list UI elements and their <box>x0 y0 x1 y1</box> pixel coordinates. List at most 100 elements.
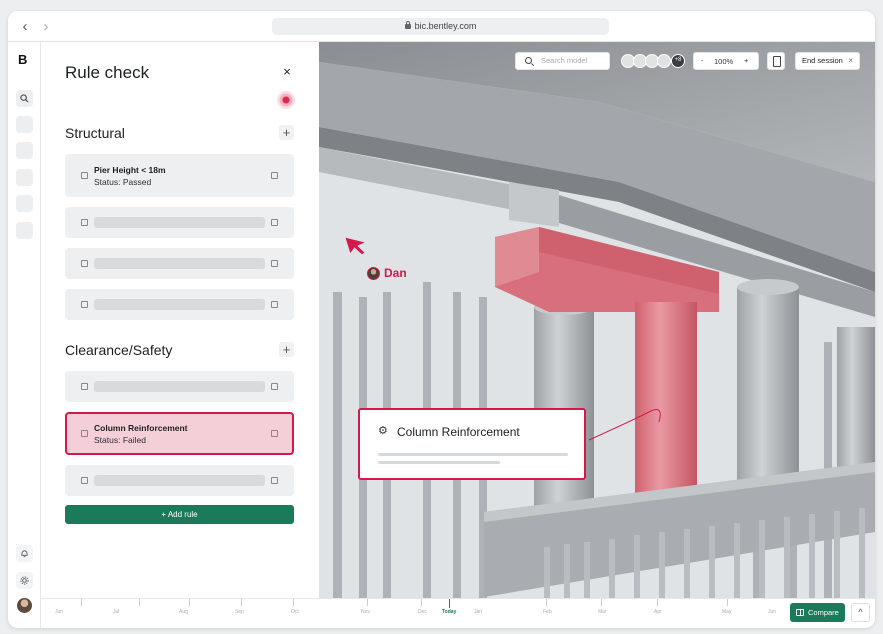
rule-toggle[interactable] <box>271 430 278 437</box>
timeline-tick <box>241 599 242 606</box>
rule-toggle[interactable] <box>271 219 278 226</box>
rail-item-1[interactable] <box>16 116 33 133</box>
timeline-tick <box>546 599 547 606</box>
cursor-user-label: Dan <box>384 266 407 280</box>
timeline-tick <box>601 599 602 606</box>
document-icon[interactable] <box>767 52 785 70</box>
panel-title: Rule check <box>65 63 150 82</box>
rail-item-4[interactable] <box>16 195 33 212</box>
rule-placeholder-bar <box>94 475 265 486</box>
rule-item-placeholder[interactable] <box>65 248 294 279</box>
rule-toggle[interactable] <box>271 301 278 308</box>
timeline-label: Aug <box>179 609 188 615</box>
rule-item-placeholder[interactable] <box>65 289 294 320</box>
rule-checkbox[interactable] <box>81 383 88 390</box>
left-rail: B <box>8 42 41 628</box>
timeline-tick <box>293 599 294 606</box>
rule-check-panel: Rule check × Structural + Pier Height < … <box>41 42 319 598</box>
rail-item-2[interactable] <box>16 142 33 159</box>
rule-name: Pier Height < 18m <box>94 165 166 175</box>
url-text: bic.bentley.com <box>414 21 477 31</box>
add-clearance-rule-button[interactable]: + <box>279 342 294 357</box>
back-button[interactable]: ‹ <box>17 19 33 35</box>
rule-placeholder-bar <box>94 258 265 269</box>
rail-item-5[interactable] <box>16 222 33 239</box>
click-indicator <box>277 91 295 109</box>
lock-icon <box>404 21 411 29</box>
compare-label: Compare <box>808 608 839 617</box>
rule-item-pier-height[interactable]: Pier Height < 18m Status: Passed <box>65 154 294 197</box>
timeline-bar[interactable]: Jun Jul Aug Sep Oct Nov Dec Today Jan Fe… <box>41 598 875 628</box>
compare-icon <box>796 609 804 616</box>
gear-icon: ⚙ <box>378 425 388 437</box>
rule-status: Status: Passed <box>94 177 152 187</box>
add-rule-button[interactable]: + Add rule <box>65 505 294 524</box>
timeline-tick <box>657 599 658 606</box>
search-icon[interactable] <box>16 90 33 107</box>
bell-icon[interactable] <box>16 545 33 562</box>
rule-placeholder-bar <box>94 381 265 392</box>
address-bar[interactable]: bic.bentley.com <box>272 18 609 35</box>
rule-checkbox[interactable] <box>81 260 88 267</box>
user-avatar[interactable] <box>17 598 32 613</box>
timeline-label: Apr <box>654 609 662 615</box>
timeline-label: Jan <box>474 609 483 615</box>
avatar[interactable] <box>657 54 671 68</box>
timeline-label: Oct <box>291 609 299 615</box>
chevron-up-icon[interactable]: ^ <box>851 603 870 622</box>
rule-checkbox[interactable] <box>81 430 88 437</box>
zoom-in-button[interactable]: + <box>744 56 748 65</box>
close-panel-button[interactable]: × <box>281 65 293 78</box>
timeline-today-marker <box>449 599 450 608</box>
timeline-tick <box>421 599 422 606</box>
app-logo[interactable]: B <box>18 52 27 67</box>
timeline-tick <box>727 599 728 606</box>
rule-checkbox[interactable] <box>81 301 88 308</box>
timeline-label-today: Today <box>442 609 457 615</box>
search-model-input[interactable]: Search model <box>515 52 610 70</box>
rule-item-placeholder[interactable] <box>65 371 294 402</box>
timeline-label: Jul <box>113 609 120 615</box>
timeline-label: Mar <box>598 609 607 615</box>
search-placeholder: Search model <box>541 56 588 65</box>
rule-item-placeholder[interactable] <box>65 207 294 238</box>
rail-item-3[interactable] <box>16 169 33 186</box>
rule-checkbox[interactable] <box>81 172 88 179</box>
rule-item-placeholder[interactable] <box>65 465 294 496</box>
timeline-label: Jun <box>55 609 64 615</box>
timeline-tick <box>139 599 140 606</box>
section-title-clearance-safety: Clearance/Safety <box>65 342 173 358</box>
rule-checkbox[interactable] <box>81 477 88 484</box>
rule-toggle[interactable] <box>271 260 278 267</box>
gear-icon[interactable] <box>16 572 33 589</box>
close-icon[interactable]: × <box>848 53 853 69</box>
timeline-label: Dec <box>418 609 427 615</box>
timeline-tick <box>189 599 190 606</box>
zoom-control: - 100% + <box>693 52 759 70</box>
forward-button[interactable]: › <box>38 19 54 35</box>
issue-callout[interactable]: ⚙ Column Reinforcement <box>358 408 586 480</box>
callout-title: Column Reinforcement <box>397 425 520 439</box>
browser-window: ‹ › bic.bentley.com B Rule check × Struc… <box>8 11 875 628</box>
remote-cursor-icon <box>345 237 365 255</box>
rule-item-column-reinforcement[interactable]: Column Reinforcement Status: Failed <box>65 412 294 455</box>
rule-toggle[interactable] <box>271 477 278 484</box>
add-structural-rule-button[interactable]: + <box>279 125 294 140</box>
end-session-button[interactable]: End session × <box>795 52 860 70</box>
rule-placeholder-bar <box>94 217 265 228</box>
more-collaborators-badge[interactable]: +8 <box>671 54 685 68</box>
rule-status: Status: Failed <box>94 435 146 445</box>
zoom-out-button[interactable]: - <box>701 56 704 65</box>
rule-placeholder-bar <box>94 299 265 310</box>
callout-placeholder-line <box>378 453 568 456</box>
rule-toggle[interactable] <box>271 172 278 179</box>
rule-checkbox[interactable] <box>81 219 88 226</box>
end-session-label: End session <box>802 56 843 65</box>
rule-toggle[interactable] <box>271 383 278 390</box>
compare-button[interactable]: Compare <box>790 603 845 622</box>
timeline-tick <box>81 599 82 606</box>
timeline-label: Feb <box>543 609 552 615</box>
timeline-label: Nov <box>361 609 370 615</box>
timeline-label: Sep <box>235 609 244 615</box>
model-viewport[interactable]: Search model +8 - 100% + End session × D… <box>319 42 875 598</box>
